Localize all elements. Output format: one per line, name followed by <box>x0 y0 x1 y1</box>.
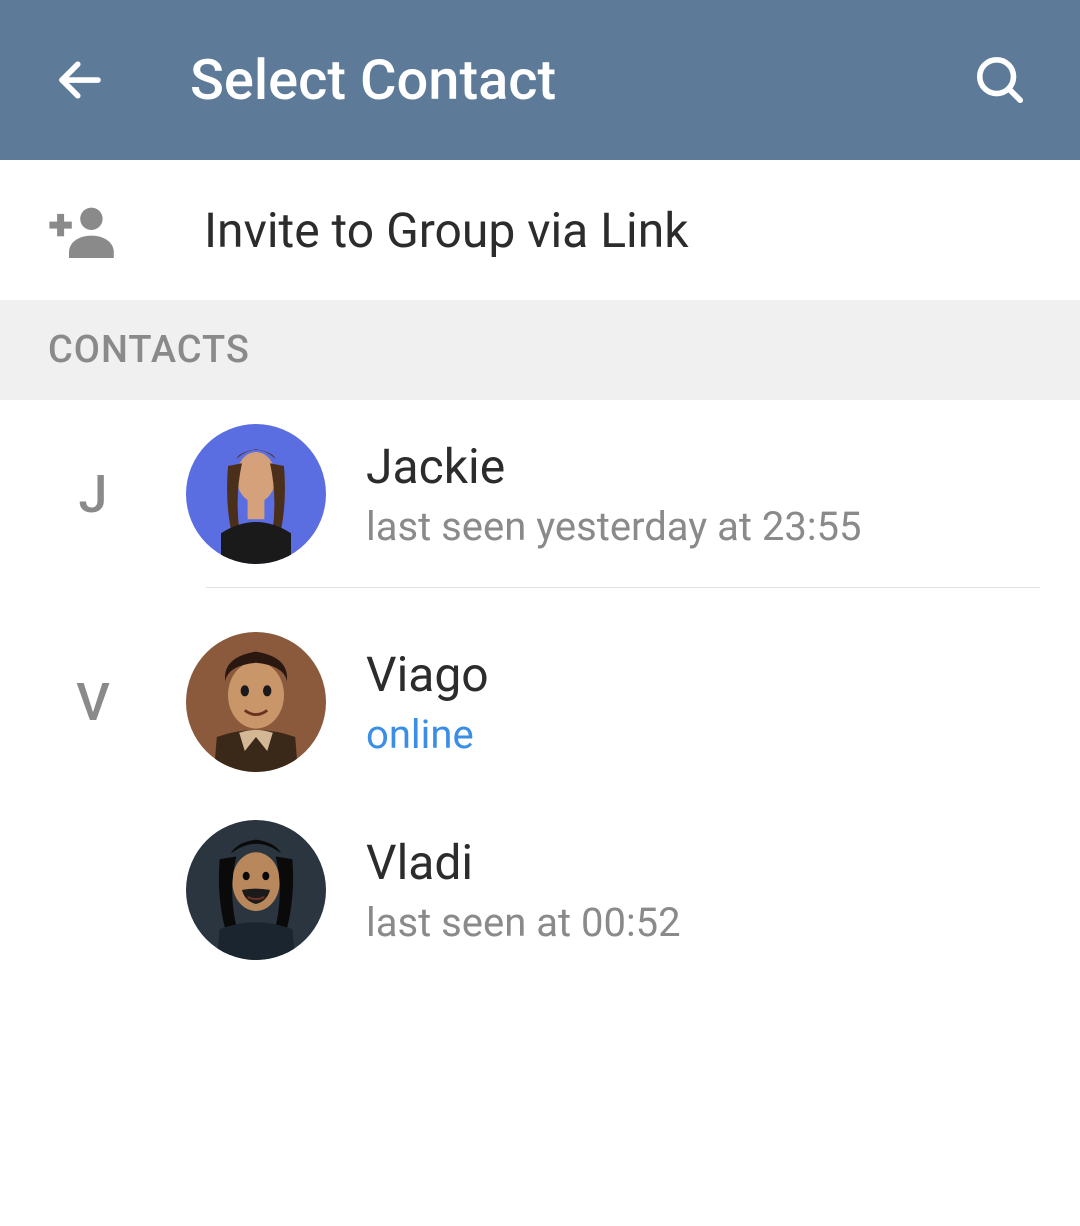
contact-row[interactable]: V Viago online <box>0 608 1080 796</box>
arrow-left-icon <box>53 53 107 107</box>
invite-label: Invite to Group via Link <box>204 202 689 259</box>
contact-info: Viago online <box>366 646 1080 758</box>
page-title: Select Contact <box>190 47 960 113</box>
contact-row[interactable]: J Jackie last seen yesterday at 23:55 <box>0 400 1080 588</box>
avatar <box>186 632 326 772</box>
contact-group: V Viago online <box>0 608 1080 984</box>
divider <box>206 587 1040 588</box>
contact-info: Vladi last seen at 00:52 <box>366 834 1080 946</box>
person-add-icon <box>48 202 148 258</box>
contacts-list: J Jackie last seen yesterday at 23:55 <box>0 400 1080 984</box>
contact-row[interactable]: Vladi last seen at 00:52 <box>0 796 1080 984</box>
avatar <box>186 424 326 564</box>
contacts-section-header: CONTACTS <box>0 300 1080 400</box>
search-icon <box>973 53 1027 107</box>
contact-status: last seen at 00:52 <box>366 899 1080 946</box>
contact-name: Vladi <box>366 834 1080 891</box>
contact-name: Viago <box>366 646 1080 703</box>
letter-index: J <box>0 464 186 525</box>
contact-group: J Jackie last seen yesterday at 23:55 <box>0 400 1080 588</box>
letter-index: V <box>0 672 186 733</box>
back-button[interactable] <box>40 40 120 120</box>
invite-via-link-row[interactable]: Invite to Group via Link <box>0 160 1080 300</box>
contact-info: Jackie last seen yesterday at 23:55 <box>366 438 1080 550</box>
contact-status: last seen yesterday at 23:55 <box>366 503 1080 550</box>
contact-name: Jackie <box>366 438 1080 495</box>
header: Select Contact <box>0 0 1080 160</box>
contact-status: online <box>366 711 1080 758</box>
avatar <box>186 820 326 960</box>
search-button[interactable] <box>960 40 1040 120</box>
